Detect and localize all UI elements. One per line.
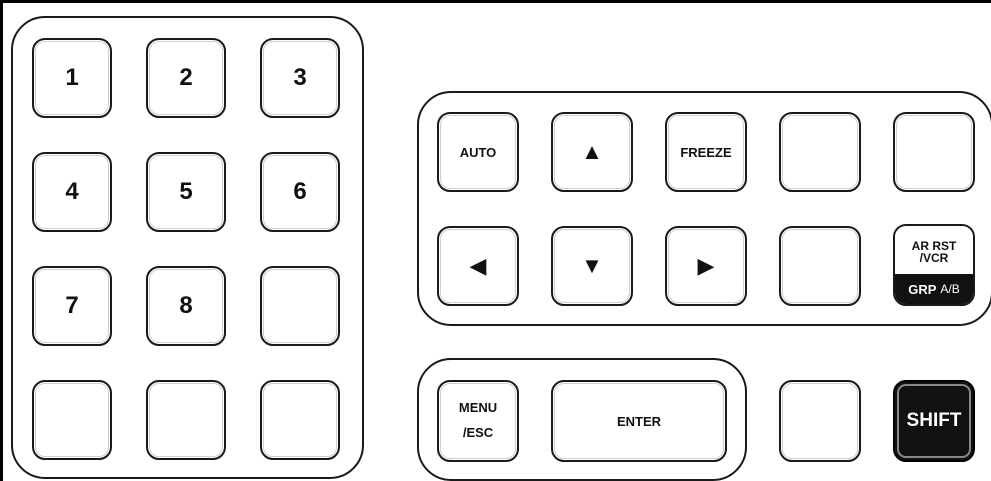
frame-top-border <box>0 0 991 3</box>
ar-rst-vcr-grp-ab-button[interactable]: AR RST /VCR GRP A/B <box>893 224 975 306</box>
blank-key-numpad-row3[interactable] <box>260 266 340 346</box>
menu-text: MENU <box>458 400 498 416</box>
down-arrow-icon: ▼ <box>581 253 603 278</box>
blank-key-numpad-row4-b[interactable] <box>146 380 226 460</box>
right-arrow-icon: ▶ <box>697 253 715 278</box>
down-arrow-button[interactable]: ▼ <box>551 226 633 306</box>
grp-ab-label: GRP A/B <box>895 274 973 304</box>
blank-key-control-row1-a[interactable] <box>779 112 861 192</box>
blank-key-numpad-row4-c[interactable] <box>260 380 340 460</box>
right-arrow-button[interactable]: ▶ <box>665 226 747 306</box>
key-1[interactable]: 1 <box>32 38 112 118</box>
key-4[interactable]: 4 <box>32 152 112 232</box>
blank-key-bottom[interactable] <box>779 380 861 462</box>
left-arrow-button[interactable]: ◀ <box>437 226 519 306</box>
vcr-text: /VCR <box>919 251 949 265</box>
blank-key-control-row2[interactable] <box>779 226 861 306</box>
blank-key-control-row1-b[interactable] <box>893 112 975 192</box>
esc-text: /ESC <box>462 425 494 440</box>
frame-left-border <box>0 0 3 481</box>
left-arrow-icon: ◀ <box>469 253 487 278</box>
ab-text: A/B <box>940 282 960 296</box>
grp-text: GRP <box>908 281 937 297</box>
key-8[interactable]: 8 <box>146 266 226 346</box>
key-3[interactable]: 3 <box>260 38 340 118</box>
blank-key-numpad-row4-a[interactable] <box>32 380 112 460</box>
up-arrow-icon: ▲ <box>581 139 603 164</box>
up-arrow-button[interactable]: ▲ <box>551 112 633 192</box>
menu-esc-button[interactable]: MENU /ESC <box>437 380 519 462</box>
key-2[interactable]: 2 <box>146 38 226 118</box>
ar-rst-vcr-label: AR RST /VCR <box>895 226 973 274</box>
key-7[interactable]: 7 <box>32 266 112 346</box>
key-6[interactable]: 6 <box>260 152 340 232</box>
key-5[interactable]: 5 <box>146 152 226 232</box>
shift-button[interactable]: SHIFT <box>893 380 975 462</box>
enter-button[interactable]: ENTER <box>551 380 727 462</box>
auto-button[interactable]: AUTO <box>437 112 519 192</box>
freeze-button[interactable]: FREEZE <box>665 112 747 192</box>
